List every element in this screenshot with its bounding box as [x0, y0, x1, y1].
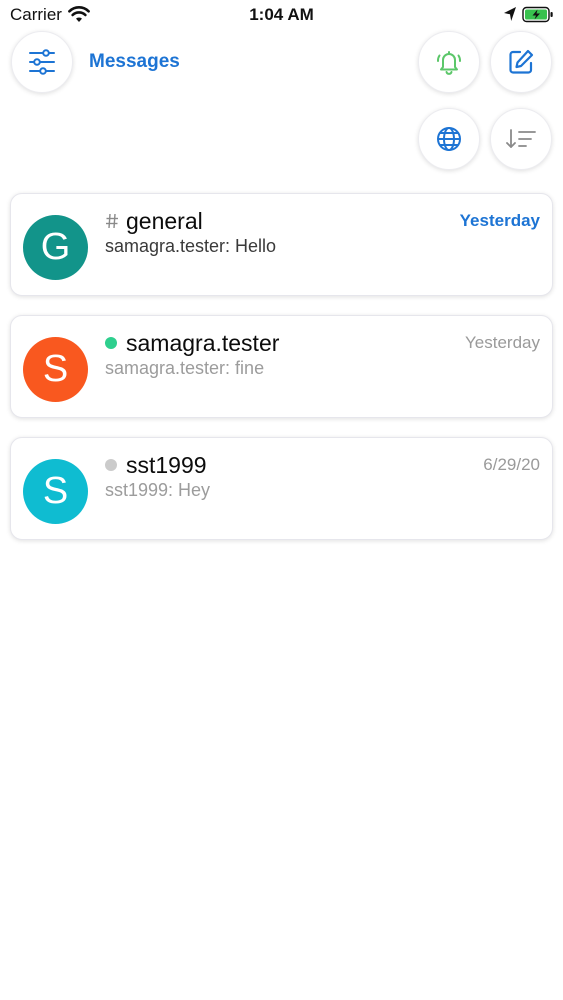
room-name-row: samagra.tester [105, 329, 279, 357]
room-list: G general Yesterday samagra.tester: Hell… [10, 193, 553, 559]
avatar: S [23, 459, 88, 524]
room-name: general [126, 207, 203, 234]
avatar: G [23, 215, 88, 280]
directory-button[interactable] [418, 108, 480, 170]
status-bar: Carrier 1:04 AM [0, 0, 563, 30]
avatar: S [23, 337, 88, 402]
status-time: 1:04 AM [249, 5, 314, 24]
room-item-sst1999[interactable]: S sst1999 6/29/20 sst1999: Hey [10, 437, 553, 540]
filter-button[interactable] [11, 31, 73, 93]
bell-ringing-icon [436, 51, 462, 75]
room-name-row: sst1999 [105, 451, 207, 479]
compose-button[interactable] [490, 31, 552, 93]
room-timestamp: Yesterday [465, 333, 540, 352]
sliders-icon [29, 49, 55, 75]
hash-icon [106, 213, 118, 229]
edit-icon [509, 49, 534, 74]
page-title: Messages [89, 51, 180, 72]
room-name-row: general [105, 207, 203, 235]
avatar-letter: S [42, 348, 69, 390]
offline-status-icon [105, 459, 117, 471]
room-last-message: samagra.tester: Hello [105, 236, 277, 256]
location-arrow-icon [504, 7, 516, 21]
online-status-icon [105, 337, 117, 349]
globe-icon [437, 127, 461, 151]
room-last-message: sst1999: Hey [105, 480, 211, 500]
avatar-letter: S [42, 470, 69, 512]
avatar-letter: G [40, 226, 71, 268]
notifications-button[interactable] [418, 31, 480, 93]
room-timestamp: Yesterday [459, 211, 540, 230]
room-timestamp: 6/29/20 [483, 455, 540, 474]
sort-down-icon [506, 129, 536, 148]
room-name: samagra.tester [126, 329, 280, 356]
sort-button[interactable] [490, 108, 552, 170]
room-name: sst1999 [126, 451, 207, 478]
room-item-general[interactable]: G general Yesterday samagra.tester: Hell… [10, 193, 553, 296]
room-last-message: samagra.tester: fine [105, 358, 265, 378]
battery-charging-icon [522, 6, 553, 23]
room-item-samagra-tester[interactable]: S samagra.tester Yesterday samagra.teste… [10, 315, 553, 418]
